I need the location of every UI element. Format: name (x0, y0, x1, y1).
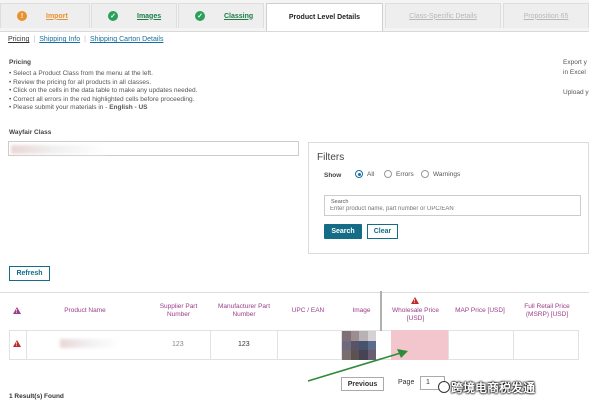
clear-button[interactable]: Clear (367, 224, 398, 239)
results-count: 1 Result(s) Found (9, 393, 64, 400)
header-map-price[interactable]: MAP Price [USD] (450, 307, 510, 315)
manufacturer-part-number-cell[interactable]: 123 (238, 341, 250, 348)
section-links: Pricing | Shipping Info | Shipping Carton De… (8, 36, 163, 43)
error-icon (13, 340, 21, 348)
radio-all[interactable] (355, 170, 363, 178)
header-wholesale-price[interactable]: Wholesale Price [USD] (388, 307, 443, 323)
search-button[interactable]: Search (324, 224, 362, 239)
column-divider (513, 331, 514, 359)
header-retail-line: (MSRP) [USD] (525, 311, 569, 318)
tab-classing-label: Classing (224, 12, 254, 20)
pricing-instructions: • Select a Product Class from the menu a… (9, 70, 197, 113)
wayfair-class-select[interactable] (8, 141, 299, 156)
tab-class-specific-details-label: Class-Specific Details (409, 12, 477, 20)
export-note-2: in Excel (563, 69, 586, 76)
watermark-logo-icon (438, 381, 450, 393)
radio-errors-label: Errors (396, 171, 414, 178)
tab-product-level-details[interactable]: Product Level Details (266, 3, 383, 31)
supplier-part-number-cell[interactable]: 123 (172, 341, 184, 348)
search-input[interactable] (330, 206, 575, 212)
table-top-border (0, 292, 589, 293)
header-manufacturer-part-line: Number (232, 311, 256, 318)
tab-import-label: Import (46, 12, 68, 20)
filters-panel: Filters Show All Errors Warnings Search … (308, 142, 589, 254)
blurred-class-name (11, 145, 106, 154)
pricing-heading: Pricing (9, 59, 32, 66)
filters-title: Filters (317, 152, 345, 163)
header-wholesale-line: [USD] (406, 315, 425, 322)
checkmark-icon: ✓ (108, 11, 118, 21)
export-note: Export y (563, 59, 587, 66)
tab-proposition-65-label: Proposition 65 (523, 12, 569, 20)
show-label: Show (324, 172, 342, 179)
column-resize-handle[interactable] (380, 291, 382, 331)
header-supplier-part-line: Number (166, 311, 191, 318)
tab-classing[interactable]: ✓ Classing (178, 3, 264, 28)
watermark-text: 跨境电商税发通 (451, 381, 536, 395)
header-upc-ean[interactable]: UPC / EAN (280, 307, 336, 315)
instruction-line: • Correct all errors in the red highligh… (9, 95, 195, 103)
tab-import[interactable]: ! Import (0, 3, 90, 28)
radio-warnings-label: Warnings (433, 171, 461, 178)
previous-button[interactable]: Previous (341, 377, 384, 391)
page-label: Page (398, 379, 415, 386)
wayfair-class-label: Wayfair Class (9, 129, 52, 136)
header-wholesale-line: Wholesale Price (392, 307, 439, 314)
header-retail-line: Full Retail Price (524, 303, 570, 310)
search-label: Search (331, 199, 349, 205)
instruction-line: • Review the pricing for all products in… (9, 78, 152, 86)
header-supplier-part-number[interactable]: Supplier Part Number (150, 303, 207, 319)
search-field: Search (324, 195, 581, 216)
instruction-line: • Please submit your materials in - Engl… (9, 104, 197, 113)
header-supplier-part-line: Supplier Part (159, 303, 198, 310)
error-icon (411, 297, 419, 305)
upload-note: Upload y (563, 89, 589, 96)
tab-proposition-65[interactable]: Proposition 65 (503, 3, 589, 28)
radio-all-label: All (367, 171, 375, 178)
checkmark-icon: ✓ (195, 11, 205, 21)
warning-icon: ! (17, 11, 27, 21)
header-full-retail-price[interactable]: Full Retail Price (MSRP) [USD] (515, 303, 579, 319)
blurred-product-name (60, 339, 120, 348)
tab-class-specific-details[interactable]: Class-Specific Details (385, 3, 501, 28)
column-divider (448, 331, 449, 359)
language-prefix: • Please submit your materials in - (9, 104, 110, 112)
link-shipping-info[interactable]: Shipping Info (39, 36, 80, 43)
radio-errors[interactable] (384, 170, 392, 178)
radio-warnings[interactable] (421, 170, 429, 178)
tab-product-level-details-label: Product Level Details (288, 14, 361, 21)
warning-icon (13, 307, 21, 315)
header-product-name[interactable]: Product Name (55, 307, 115, 315)
header-manufacturer-part-number[interactable]: Manufacturer Part Number (210, 303, 278, 319)
column-divider (210, 331, 211, 359)
column-divider (26, 331, 27, 359)
link-separator: | (33, 36, 36, 43)
tab-images[interactable]: ✓ Images (91, 3, 177, 28)
link-shipping-carton-details[interactable]: Shipping Carton Details (90, 36, 164, 43)
tab-images-label: Images (137, 12, 162, 20)
language-value: English - US (109, 104, 148, 112)
link-separator: | (84, 36, 86, 43)
link-pricing[interactable]: Pricing (8, 36, 29, 43)
column-divider (277, 331, 278, 359)
header-image[interactable]: Image (343, 307, 380, 315)
instruction-line: • Click on the cells in the data table t… (9, 87, 198, 95)
tab-bar: ! Import ✓ Images ✓ Classing Product Lev… (0, 0, 589, 32)
header-manufacturer-part-line: Manufacturer Part (217, 303, 271, 310)
instruction-line: • Select a Product Class from the menu a… (9, 70, 153, 77)
refresh-button[interactable]: Refresh (9, 266, 50, 281)
